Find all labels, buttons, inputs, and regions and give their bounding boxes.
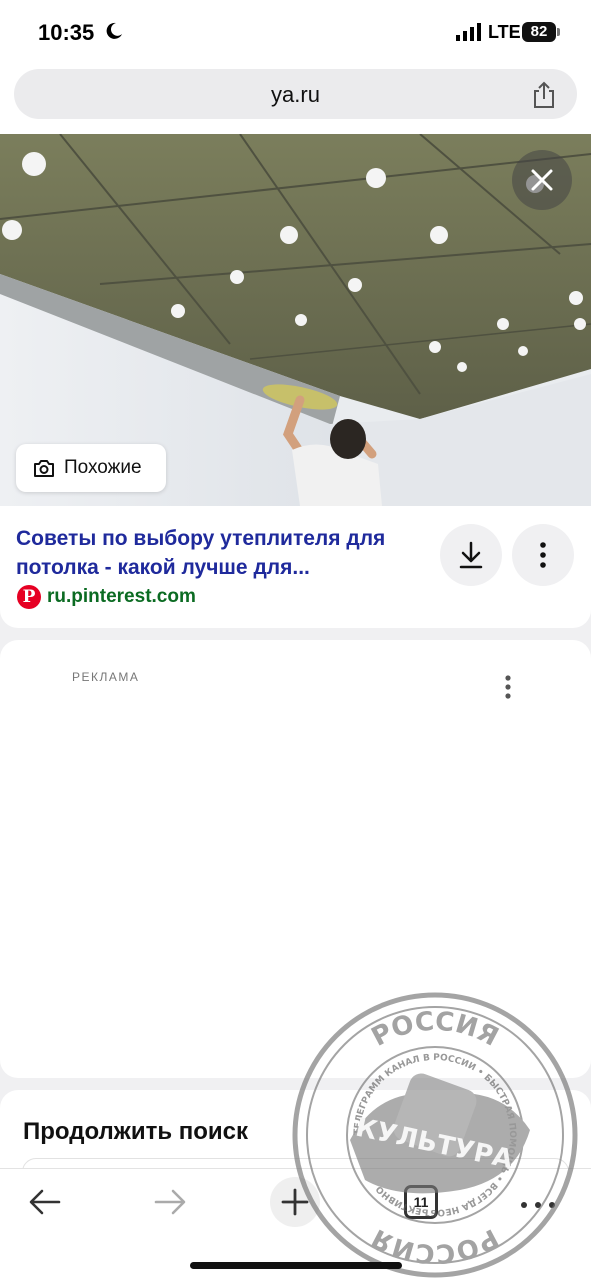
ad-label: РЕКЛАМА — [72, 670, 140, 684]
download-button[interactable] — [440, 524, 502, 586]
pinterest-icon: P — [17, 585, 41, 609]
back-arrow-icon[interactable] — [28, 1186, 62, 1218]
signal-icon — [456, 23, 481, 41]
watermark-stamp: РОССИЯ ТЕЛЕГРАММ КАНАЛ В РОССИИ • БЫСТРА… — [292, 992, 578, 1278]
similar-images-button[interactable]: Похожие — [16, 444, 166, 492]
forward-arrow-icon[interactable] — [153, 1186, 187, 1218]
close-image-button[interactable] — [512, 150, 572, 210]
network-type: LTE — [488, 22, 521, 42]
moon-icon — [106, 22, 122, 39]
more-vertical-icon — [540, 542, 546, 568]
status-time: 10:35 — [38, 20, 95, 45]
battery-icon: 82 — [522, 22, 556, 42]
address-bar[interactable]: ya.ru — [14, 69, 577, 119]
close-icon — [531, 169, 553, 191]
watermark-top-text: РОССИЯ — [367, 1007, 503, 1053]
status-bar: 10:35 LTE 82 — [0, 0, 591, 66]
ad-more-icon[interactable] — [500, 674, 516, 702]
battery-tip — [557, 28, 560, 36]
similar-label: Похожие — [64, 457, 142, 478]
continue-search-title: Продолжить поиск — [23, 1118, 249, 1145]
share-icon[interactable] — [529, 80, 559, 110]
address-bar-container: ya.ru — [0, 66, 591, 134]
result-title-link[interactable]: Советы по выбору утеплителя для потолка … — [16, 524, 426, 582]
home-indicator — [190, 1262, 402, 1269]
result-card: Советы по выбору утеплителя для потолка … — [0, 506, 591, 628]
download-icon — [459, 541, 483, 569]
camera-search-icon — [34, 460, 54, 477]
browser-page: 10:35 LTE 82 ya.ru Похожие Советы по выб… — [0, 0, 591, 1280]
address-url[interactable]: ya.ru — [14, 82, 577, 108]
more-options-button[interactable] — [512, 524, 574, 586]
result-source-link[interactable]: ru.pinterest.com — [47, 586, 196, 608]
